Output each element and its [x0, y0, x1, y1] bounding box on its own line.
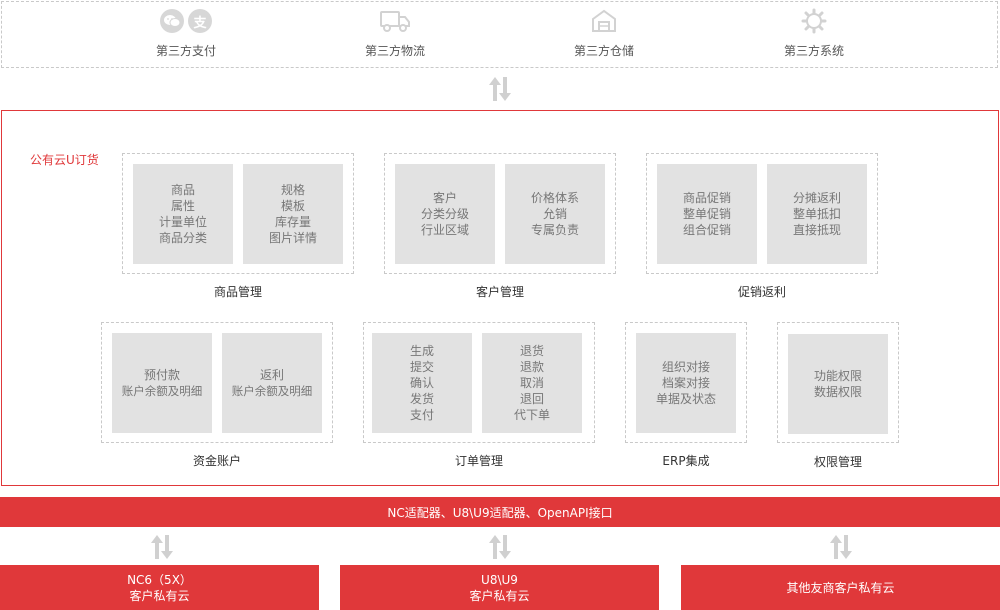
card-line: 预付款 [143, 368, 180, 382]
private-cloud-other: 其他友商客户私有云 [681, 565, 1000, 610]
order-card-2: 退货 退款 取消 退回 代下单 [482, 333, 582, 433]
card-line: 功能权限 [813, 369, 862, 383]
erp-integration-label: ERP集成 [662, 454, 710, 468]
card-line: 支付 [409, 408, 434, 422]
customer-management-label: 客户管理 [475, 285, 524, 299]
warehouse-icon [592, 9, 616, 32]
bidirectional-arrow-icon [487, 533, 513, 561]
bidirectional-arrow-icon [149, 533, 175, 561]
third-party-warehouse-label: 第三方仓储 [573, 44, 634, 58]
private-cloud-line2: 客户私有云 [129, 588, 190, 603]
private-cloud-u8u9: U8\U9 客户私有云 [340, 565, 659, 610]
card-line: 商品促销 [682, 191, 731, 205]
private-cloud-line1: 其他友商客户私有云 [786, 580, 895, 595]
public-cloud-title: 公有云U订货 [30, 153, 99, 167]
card-line: 整单促销 [682, 207, 731, 221]
card-line: 单据及状态 [655, 392, 716, 406]
card-line: 商品 [170, 183, 195, 197]
permission-management-label: 权限管理 [813, 455, 862, 469]
third-party-warehouse: 第三方仓储 [539, 8, 669, 59]
card-line: 返利 [259, 368, 284, 382]
card-line: 行业区域 [420, 223, 469, 237]
card-line: 账户余额及明细 [121, 384, 203, 398]
card-line: 退款 [519, 360, 544, 374]
third-party-payment: 支 第三方支付 [121, 8, 251, 59]
private-cloud-line1: U8\U9 [481, 572, 518, 587]
private-cloud-nc6: NC6（5X） 客户私有云 [0, 565, 319, 610]
gear-icon [801, 8, 827, 34]
card-line: 图片详情 [268, 231, 317, 245]
card-line: 商品分类 [158, 231, 207, 245]
third-party-logistics: 第三方物流 [330, 8, 460, 59]
card-line: 规格 [280, 183, 305, 197]
card-line: 数据权限 [813, 385, 862, 399]
card-line: 库存量 [274, 215, 311, 229]
fund-card-2: 返利 账户余额及明细 [222, 333, 322, 433]
alipay-glyph: 支 [193, 15, 207, 31]
product-management-label: 商品管理 [213, 285, 262, 299]
card-line: 计量单位 [158, 215, 207, 229]
erp-card: 组织对接 档案对接 单据及状态 [636, 333, 736, 433]
card-line: 确认 [409, 376, 434, 390]
card-line: 价格体系 [530, 191, 579, 205]
order-card-1: 生成 提交 确认 发货 支付 [372, 333, 472, 433]
card-line: 退回 [519, 392, 544, 406]
customer-card-1: 客户 分类分级 行业区域 [395, 164, 495, 264]
card-line: 模板 [280, 199, 305, 213]
permission-card: 功能权限 数据权限 [788, 334, 888, 434]
fund-card-1: 预付款 账户余额及明细 [112, 333, 212, 433]
wechat-icon [160, 9, 184, 33]
bidirectional-arrow-icon [828, 533, 854, 561]
card-line: 直接抵现 [792, 223, 841, 237]
third-party-system: 第三方系统 [749, 8, 879, 59]
bidirectional-arrow-icon [487, 75, 513, 103]
private-cloud-line2: 客户私有云 [469, 588, 530, 603]
card-line: 提交 [409, 360, 434, 374]
card-line: 账户余额及明细 [231, 384, 313, 398]
api-adapter-label: NC适配器、U8\U9适配器、OpenAPI接口 [387, 505, 613, 520]
card-line: 取消 [519, 376, 544, 390]
card-line: 组织对接 [661, 360, 710, 374]
card-line: 专属负责 [530, 223, 579, 237]
card-line: 生成 [409, 344, 434, 358]
third-party-system-label: 第三方系统 [783, 44, 844, 58]
alipay-icon: 支 [188, 9, 212, 33]
promotion-card-2: 分摊返利 整单抵扣 直接抵现 [767, 164, 867, 264]
card-line: 分摊返利 [792, 191, 841, 205]
third-party-logistics-label: 第三方物流 [364, 44, 425, 58]
card-line: 档案对接 [661, 376, 710, 390]
promotion-card-1: 商品促销 整单促销 组合促销 [657, 164, 757, 264]
third-party-payment-label: 第三方支付 [155, 44, 216, 58]
card-line: 组合促销 [682, 223, 731, 237]
private-cloud-line1: NC6（5X） [127, 572, 192, 587]
card-line: 分类分级 [420, 207, 469, 221]
card-line: 客户 [432, 191, 457, 205]
card-line: 属性 [170, 199, 195, 213]
promotion-rebate-label: 促销返利 [737, 285, 786, 299]
card-line: 发货 [409, 392, 434, 406]
product-card-2: 规格 模板 库存量 图片详情 [243, 164, 343, 264]
api-adapter-bar: NC适配器、U8\U9适配器、OpenAPI接口 [0, 497, 1000, 527]
customer-card-2: 价格体系 允销 专属负责 [505, 164, 605, 264]
card-line: 整单抵扣 [792, 207, 841, 221]
card-line: 允销 [542, 207, 567, 221]
card-line: 退货 [519, 344, 544, 358]
fund-account-label: 资金账户 [192, 454, 241, 468]
order-management-label: 订单管理 [454, 454, 503, 468]
truck-icon [380, 11, 410, 32]
product-card-1: 商品 属性 计量单位 商品分类 [133, 164, 233, 264]
card-line: 代下单 [513, 408, 550, 422]
